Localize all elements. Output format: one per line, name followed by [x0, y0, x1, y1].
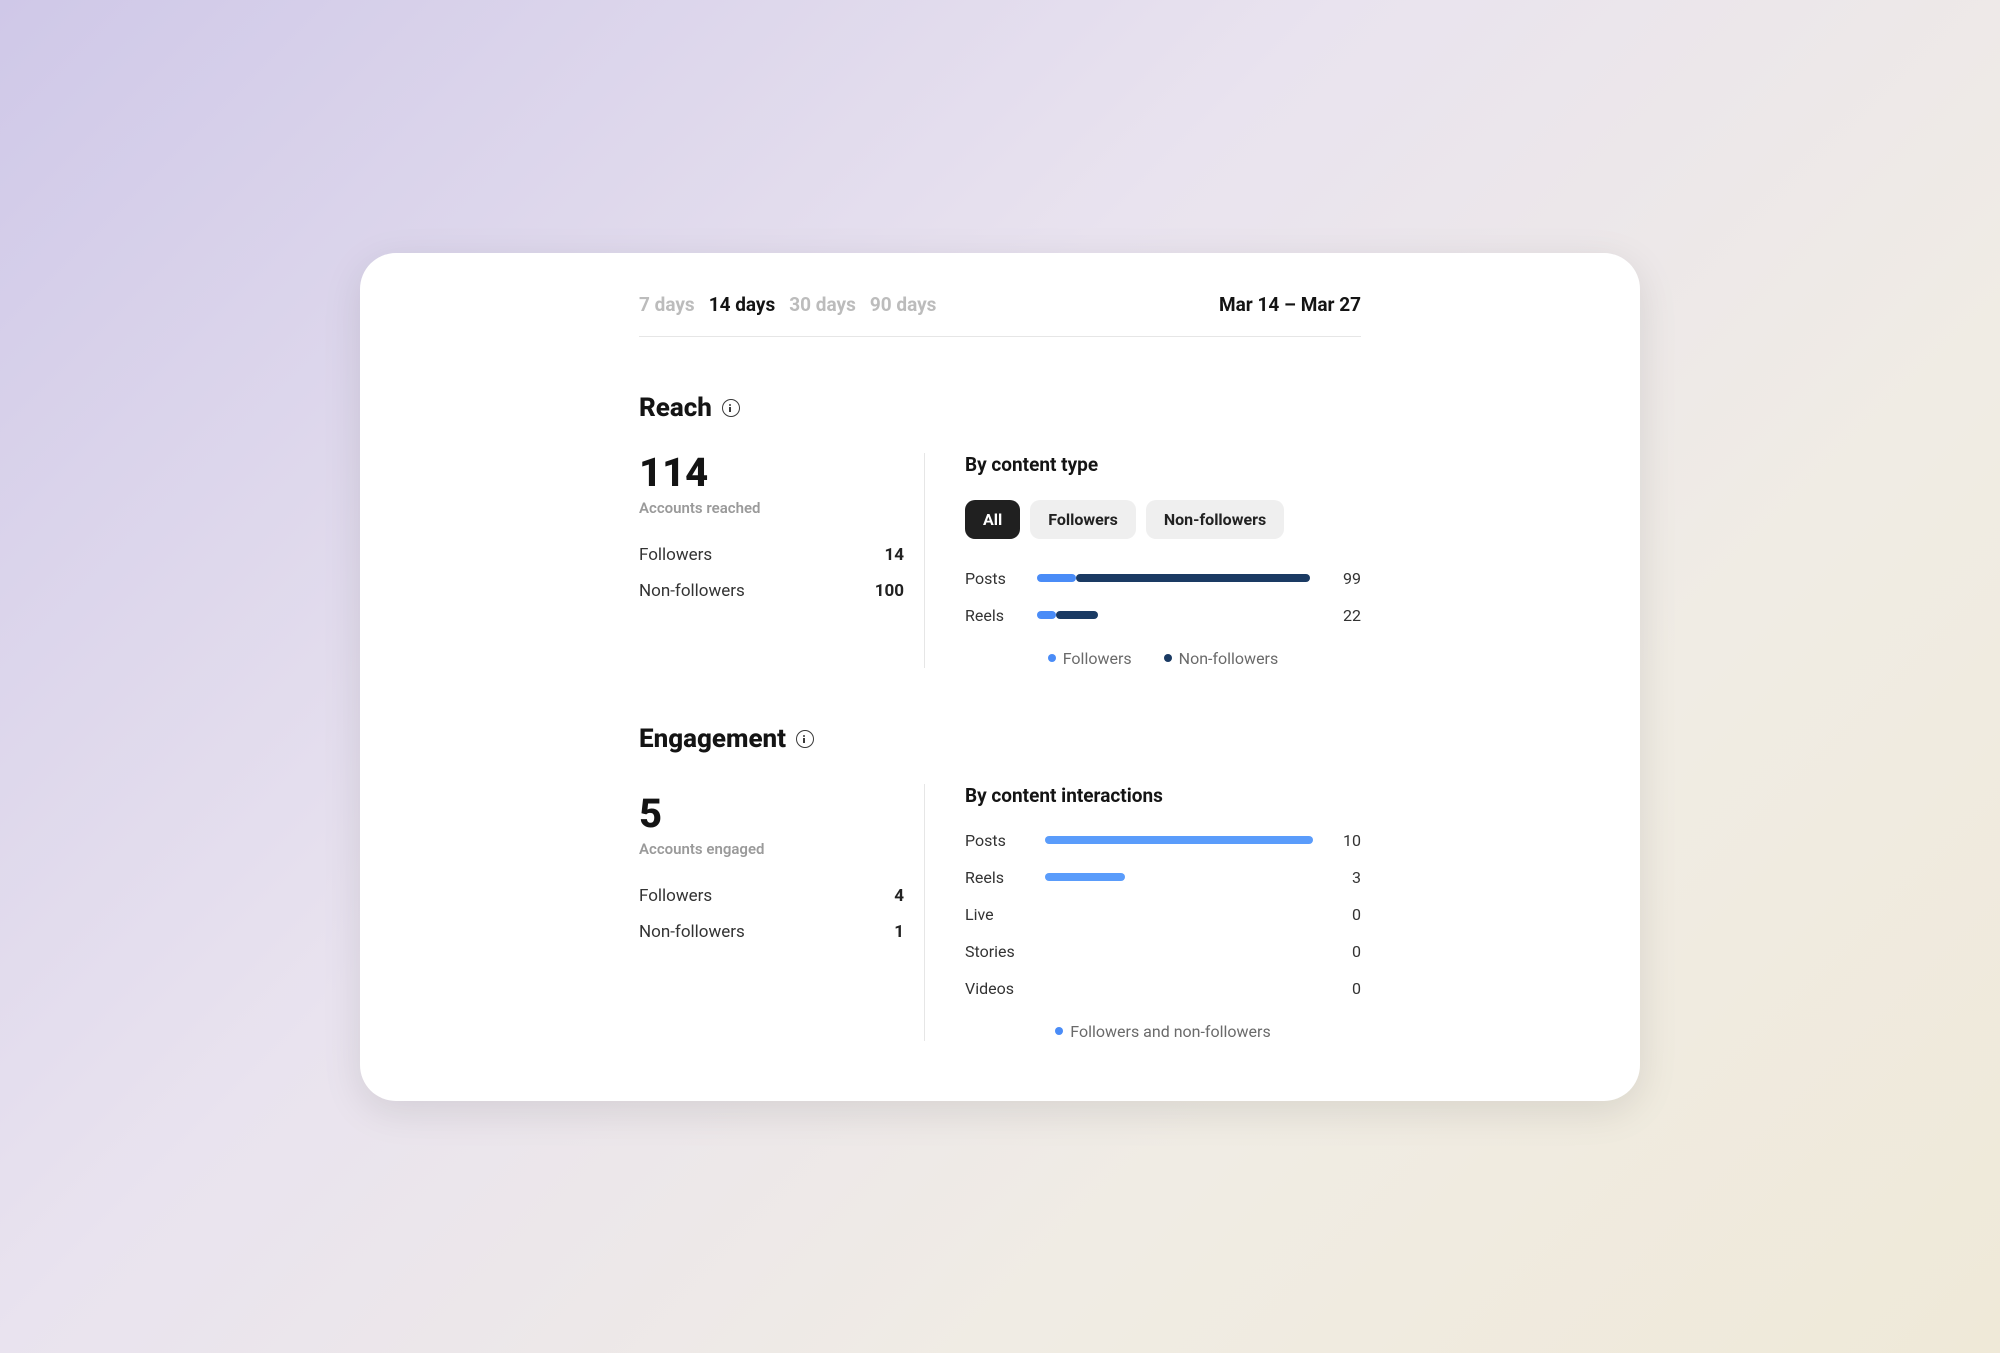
filter-followers[interactable]: Followers [1030, 500, 1136, 539]
reach-legend: Followers Non-followers [965, 649, 1361, 668]
legend-dot-nonfollowers [1164, 654, 1172, 662]
reach-title: Reach [639, 393, 712, 423]
eng-bar-stories-track [1045, 947, 1313, 955]
engagement-followers-row: Followers 4 [639, 886, 904, 906]
info-icon[interactable] [796, 730, 814, 748]
filter-nonfollowers[interactable]: Non-followers [1146, 500, 1284, 539]
eng-bar-reels-value: 3 [1333, 868, 1361, 887]
info-icon[interactable] [722, 399, 740, 417]
reach-bar-reels-value: 22 [1333, 606, 1361, 625]
reach-bar-reels-track [1037, 611, 1313, 619]
reach-bar-reels-nonfollowers [1056, 611, 1097, 619]
content-inner: 7 days 14 days 30 days 90 days Mar 14 – … [639, 293, 1361, 1041]
reach-bar-posts-followers [1037, 574, 1076, 582]
eng-bar-live: Live 0 [965, 905, 1361, 924]
info-icon-dot [729, 404, 731, 406]
reach-left-col: 114 Accounts reached Followers 14 Non-fo… [639, 453, 925, 668]
eng-bar-videos-value: 0 [1333, 979, 1361, 998]
info-icon-dot [803, 735, 805, 737]
engagement-title-row: Engagement [639, 724, 1361, 754]
info-icon-line [803, 738, 805, 743]
eng-bar-stories-label: Stories [965, 942, 1025, 961]
eng-bar-reels-seg [1045, 873, 1125, 881]
engagement-section: Engagement 5 Accounts engaged Followers … [639, 724, 1361, 1041]
by-interactions-title: By content interactions [965, 784, 1361, 807]
engagement-title: Engagement [639, 724, 786, 754]
legend-combined-label: Followers and non-followers [1070, 1022, 1270, 1041]
legend-nonfollowers: Non-followers [1164, 649, 1279, 668]
reach-bar-reels-label: Reels [965, 606, 1017, 625]
eng-bar-posts-track [1045, 836, 1313, 844]
reach-right-col: By content type All Followers Non-follow… [925, 453, 1361, 668]
legend-dot-combined [1055, 1027, 1063, 1035]
reach-section: Reach 114 Accounts reached Followers 14 … [639, 393, 1361, 668]
eng-bar-videos-label: Videos [965, 979, 1025, 998]
eng-bar-posts-label: Posts [965, 831, 1025, 850]
reach-nonfollowers-row: Non-followers 100 [639, 581, 904, 601]
eng-bar-posts: Posts 10 [965, 831, 1361, 850]
reach-bar-posts-label: Posts [965, 569, 1017, 588]
range-tab-14days[interactable]: 14 days [709, 293, 776, 316]
eng-bar-posts-seg [1045, 836, 1313, 844]
reach-total-label: Accounts reached [639, 499, 904, 517]
engagement-columns: 5 Accounts engaged Followers 4 Non-follo… [639, 784, 1361, 1041]
reach-bar-reels-followers [1037, 611, 1056, 619]
eng-bar-reels-label: Reels [965, 868, 1025, 887]
eng-bar-videos-track [1045, 984, 1313, 992]
eng-bar-reels-track [1045, 873, 1313, 881]
range-tab-30days[interactable]: 30 days [789, 293, 856, 316]
reach-bar-posts-nonfollowers [1076, 574, 1311, 582]
engagement-followers-label: Followers [639, 886, 712, 906]
reach-followers-row: Followers 14 [639, 545, 904, 565]
engagement-followers-value: 4 [894, 886, 904, 906]
eng-bar-reels: Reels 3 [965, 868, 1361, 887]
info-icon-line [729, 407, 731, 412]
reach-followers-value: 14 [884, 545, 904, 565]
engagement-total-label: Accounts engaged [639, 840, 904, 858]
reach-bar-posts-track [1037, 574, 1313, 582]
eng-bar-posts-value: 10 [1333, 831, 1361, 850]
legend-followers-label: Followers [1063, 649, 1132, 668]
eng-bar-videos: Videos 0 [965, 979, 1361, 998]
reach-bar-reels: Reels 22 [965, 606, 1361, 625]
reach-bar-posts-value: 99 [1333, 569, 1361, 588]
range-tab-7days[interactable]: 7 days [639, 293, 695, 316]
reach-followers-label: Followers [639, 545, 712, 565]
engagement-nonfollowers-value: 1 [894, 922, 904, 942]
eng-bar-live-value: 0 [1333, 905, 1361, 924]
date-range: Mar 14 – Mar 27 [1219, 293, 1361, 316]
eng-bar-stories: Stories 0 [965, 942, 1361, 961]
reach-nonfollowers-value: 100 [875, 581, 904, 601]
engagement-left-col: 5 Accounts engaged Followers 4 Non-follo… [639, 784, 925, 1041]
insights-card: 7 days 14 days 30 days 90 days Mar 14 – … [360, 253, 1640, 1101]
range-tab-90days[interactable]: 90 days [870, 293, 937, 316]
engagement-nonfollowers-row: Non-followers 1 [639, 922, 904, 942]
header-row: 7 days 14 days 30 days 90 days Mar 14 – … [639, 293, 1361, 337]
legend-combined: Followers and non-followers [1055, 1022, 1270, 1041]
engagement-total: 5 [639, 794, 904, 834]
legend-followers: Followers [1048, 649, 1132, 668]
engagement-legend: Followers and non-followers [965, 1022, 1361, 1041]
engagement-right-col: By content interactions Posts 10 Reels [925, 784, 1361, 1041]
reach-total: 114 [639, 453, 904, 493]
range-tabs: 7 days 14 days 30 days 90 days [639, 293, 936, 316]
legend-nonfollowers-label: Non-followers [1179, 649, 1279, 668]
filter-all[interactable]: All [965, 500, 1020, 539]
engagement-nonfollowers-label: Non-followers [639, 922, 745, 942]
reach-bar-posts: Posts 99 [965, 569, 1361, 588]
reach-nonfollowers-label: Non-followers [639, 581, 745, 601]
eng-bar-stories-value: 0 [1333, 942, 1361, 961]
reach-title-row: Reach [639, 393, 1361, 423]
eng-bar-live-track [1045, 910, 1313, 918]
by-content-type-title: By content type [965, 453, 1361, 476]
eng-bar-live-label: Live [965, 905, 1025, 924]
content-type-filter-row: All Followers Non-followers [965, 500, 1361, 539]
legend-dot-followers [1048, 654, 1056, 662]
reach-columns: 114 Accounts reached Followers 14 Non-fo… [639, 453, 1361, 668]
